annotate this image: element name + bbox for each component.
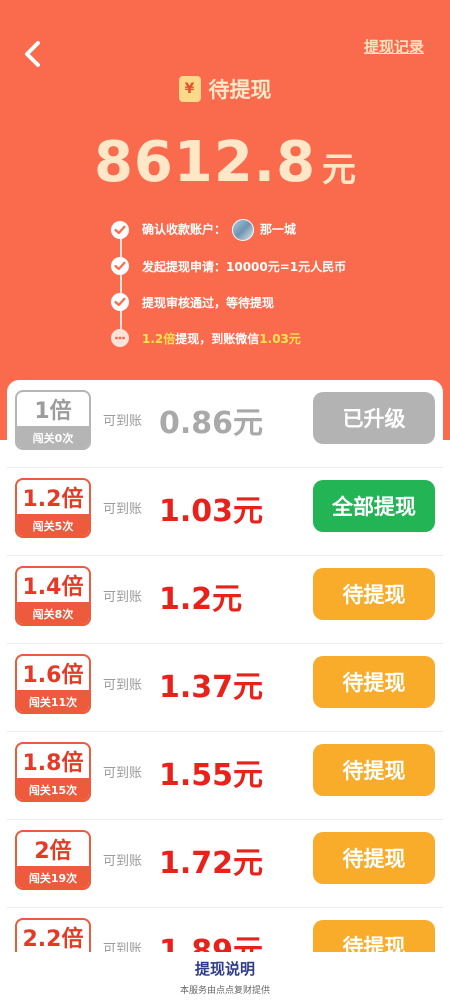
step-confirm-account: 确认收款账户： 那一城 (106, 216, 296, 244)
header: 提现记录 ¥ 待提现 8612.8 元 确认收款账户： 那一城 发起提现申请：10… (0, 0, 450, 440)
available-amount: 0.86元 (159, 406, 264, 441)
tier-row: 2倍 闯关19次 可到账 1.72元 待提现 (7, 820, 443, 908)
multiplier-label: 1.2倍 (22, 487, 84, 512)
multiplier-label: 1.6倍 (22, 663, 84, 688)
status-title: 待提现 (208, 78, 272, 102)
levels-label: 闯关19次 (17, 866, 89, 888)
balance-amount: 8612.8 元 (0, 130, 450, 202)
multiplier-badge: 1倍 闯关0次 (15, 390, 91, 450)
multiplier-label: 2倍 (34, 839, 72, 864)
available-label: 可到账 (103, 502, 143, 517)
levels-label: 闯关11次 (17, 690, 89, 712)
available-amount: 1.03元 (159, 494, 264, 529)
available-amount: 1.55元 (159, 758, 264, 793)
available-amount: 1.2元 (159, 582, 243, 617)
levels-label: 闯关5次 (17, 514, 89, 536)
pending-withdraw-button[interactable]: 待提现 (313, 744, 435, 796)
levels-label: 闯关15次 (17, 778, 89, 800)
tier-row: 1.8倍 闯关15次 可到账 1.55元 待提现 (7, 732, 443, 820)
multiplier-badge: 1.4倍 闯关8次 (15, 566, 91, 626)
step-text: 发起提现申请：10000元=1元人民币 (142, 259, 347, 274)
step-review: 提现审核通过，等待提现 (106, 288, 274, 316)
yen-icon: ¥ (178, 76, 201, 102)
amount-value: 8612.8 (93, 130, 317, 195)
multiplier-badge: 2倍 闯关19次 (15, 830, 91, 890)
check-icon (106, 288, 134, 316)
status-row: ¥ 待提现 (0, 72, 450, 106)
pending-withdraw-button[interactable]: 待提现 (313, 568, 435, 620)
clock-icon (106, 324, 134, 352)
available-label: 可到账 (103, 678, 143, 693)
available-label: 可到账 (103, 414, 143, 429)
pending-withdraw-button[interactable]: 待提现 (313, 832, 435, 884)
available-amount: 1.37元 (159, 670, 264, 705)
progress-steps: 确认收款账户： 那一城 发起提现申请：10000元=1元人民币 提现审核通过，等待… (106, 212, 426, 362)
multiplier-label: 2.2倍 (22, 927, 84, 952)
multiplier-badge: 1.8倍 闯关15次 (15, 742, 91, 802)
available-amount: 1.72元 (159, 846, 264, 881)
service-provider-note: 本服务由点点复财提供 (179, 986, 270, 996)
multiplier-badge: 1.6倍 闯关11次 (15, 654, 91, 714)
tier-row: 1.2倍 闯关5次 可到账 1.03元 全部提现 (7, 468, 443, 556)
levels-label: 闯关0次 (17, 426, 89, 448)
step-text: 确认收款账户： 那一城 (142, 219, 296, 241)
multiplier-label: 1倍 (34, 399, 72, 424)
amount-unit: 元 (322, 150, 357, 190)
step-request: 发起提现申请：10000元=1元人民币 (106, 252, 346, 280)
available-label: 可到账 (103, 590, 143, 605)
multiplier-badge: 1.2倍 闯关5次 (15, 478, 91, 538)
pending-withdraw-button[interactable]: 待提现 (313, 656, 435, 708)
tier-row: 1倍 闯关0次 可到账 0.86元 已升级 (7, 380, 443, 468)
multiplier-label: 1.4倍 (22, 575, 84, 600)
check-icon (106, 216, 134, 244)
avatar (232, 219, 255, 241)
step-withdraw: 1.2倍提现，到账微信1.03元 (106, 324, 301, 352)
back-button[interactable] (18, 38, 50, 70)
available-label: 可到账 (103, 766, 143, 781)
footer: 提现说明 本服务由点点复财提供 (0, 952, 450, 1000)
tier-row: 1.6倍 闯关11次 可到账 1.37元 待提现 (7, 644, 443, 732)
step-text: 提现审核通过，等待提现 (142, 295, 275, 310)
withdraw-all-button[interactable]: 全部提现 (313, 480, 435, 532)
back-arrow-icon (25, 41, 40, 67)
upgraded-button[interactable]: 已升级 (313, 392, 435, 444)
levels-label: 闯关8次 (17, 602, 89, 624)
tier-list: 1倍 闯关0次 可到账 0.86元 已升级 1.2倍 闯关5次 可到账 1.03… (7, 380, 443, 1000)
step-text: 1.2倍提现，到账微信1.03元 (142, 331, 301, 346)
withdraw-records-link[interactable]: 提现记录 (364, 36, 424, 57)
check-icon (106, 252, 134, 280)
withdraw-instructions-link[interactable]: 提现说明 (0, 958, 450, 979)
multiplier-label: 1.8倍 (22, 751, 84, 776)
available-label: 可到账 (103, 854, 143, 869)
tier-row: 1.4倍 闯关8次 可到账 1.2元 待提现 (7, 556, 443, 644)
